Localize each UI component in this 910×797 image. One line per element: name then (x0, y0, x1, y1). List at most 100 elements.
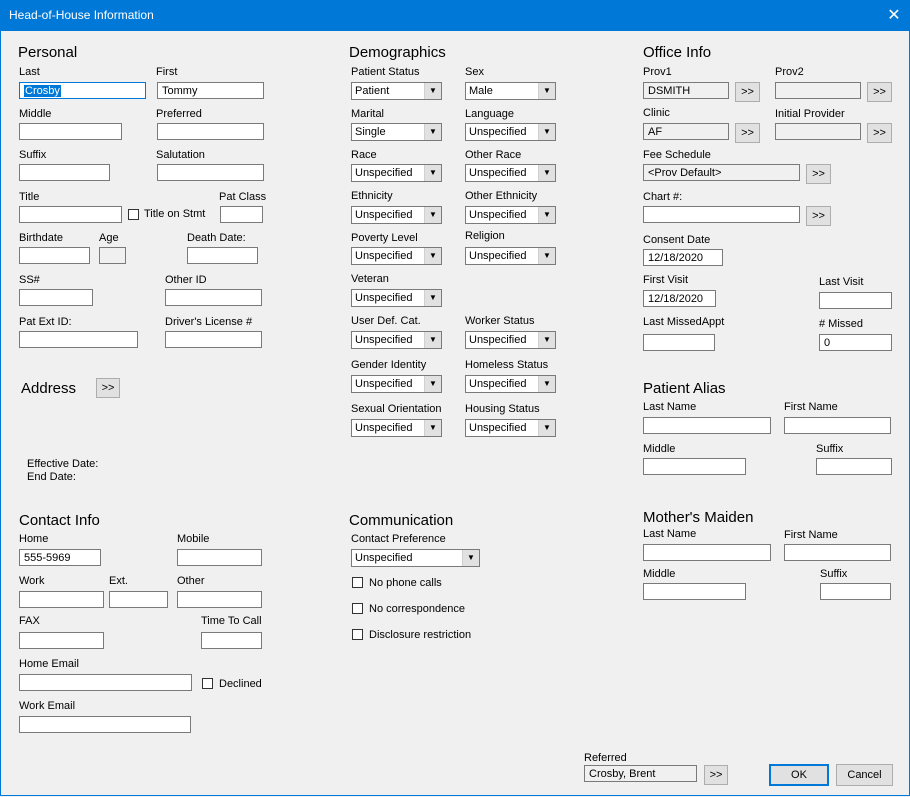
ssn-input[interactable] (19, 289, 93, 306)
birthdate-input[interactable] (19, 247, 90, 264)
no-phone-calls-checkbox[interactable] (352, 577, 363, 588)
chart-number-input[interactable] (643, 206, 800, 223)
close-icon[interactable]: ✕ (878, 0, 910, 31)
suffix-input[interactable] (19, 164, 110, 181)
clinic-select-button[interactable]: >> (735, 123, 760, 143)
fax-input[interactable] (19, 632, 104, 649)
middle-name-input[interactable] (19, 123, 122, 140)
patient-status-select[interactable]: Patient ▼ (351, 82, 442, 100)
alias-first-name-label: First Name (784, 401, 838, 413)
last-visit-input[interactable] (819, 292, 892, 309)
gender-identity-value: Unspecified (355, 378, 413, 390)
prov2-label: Prov2 (775, 66, 804, 78)
language-select[interactable]: Unspecified ▼ (465, 123, 556, 141)
alias-suffix-input[interactable] (816, 458, 892, 475)
pat-ext-id-input[interactable] (19, 331, 138, 348)
contact-preference-value: Unspecified (355, 552, 413, 564)
religion-select[interactable]: Unspecified ▼ (465, 247, 556, 265)
ethnicity-select[interactable]: Unspecified ▼ (351, 206, 442, 224)
other-id-input[interactable] (165, 289, 262, 306)
chevron-down-icon: ▼ (424, 420, 441, 436)
maiden-middle-label: Middle (643, 568, 676, 580)
chevron-down-icon: ▼ (538, 83, 555, 99)
first-visit-input[interactable]: 12/18/2020 (643, 290, 716, 307)
first-visit-label: First Visit (643, 274, 689, 286)
ok-button[interactable]: OK (769, 764, 829, 786)
mothers-maiden-heading: Mother's Maiden (643, 509, 754, 526)
worker-status-select[interactable]: Unspecified ▼ (465, 331, 556, 349)
title-on-stmt-checkbox[interactable] (128, 209, 139, 220)
alias-last-name-input[interactable] (643, 417, 771, 434)
chevron-down-icon: ▼ (424, 83, 441, 99)
missed-count-label: # Missed (819, 318, 864, 330)
preferred-input[interactable] (157, 123, 264, 140)
maiden-middle-input[interactable] (643, 583, 746, 600)
contact-preference-select[interactable]: Unspecified ▼ (351, 549, 480, 567)
last-missed-appt-input[interactable] (643, 334, 715, 351)
race-select[interactable]: Unspecified ▼ (351, 164, 442, 182)
chevron-down-icon: ▼ (424, 248, 441, 264)
first-name-input[interactable]: Tommy (157, 82, 264, 99)
work-email-input[interactable] (19, 716, 191, 733)
poverty-level-select[interactable]: Unspecified ▼ (351, 247, 442, 265)
poverty-level-value: Unspecified (355, 250, 413, 262)
patient-alias-heading: Patient Alias (643, 380, 726, 397)
other-phone-input[interactable] (177, 591, 262, 608)
sexual-orientation-select[interactable]: Unspecified ▼ (351, 419, 442, 437)
cancel-button[interactable]: Cancel (836, 764, 893, 786)
user-def-cat-select[interactable]: Unspecified ▼ (351, 331, 442, 349)
poverty-level-label: Poverty Level (351, 232, 418, 244)
title-on-stmt-label: Title on Stmt (144, 208, 206, 220)
disclosure-restriction-checkbox[interactable] (352, 629, 363, 640)
pat-class-input[interactable] (220, 206, 263, 223)
referred-field: Crosby, Brent (584, 765, 697, 782)
marital-select[interactable]: Single ▼ (351, 123, 442, 141)
other-ethnicity-select[interactable]: Unspecified ▼ (465, 206, 556, 224)
homeless-status-label: Homeless Status (465, 359, 549, 371)
prov1-select-button[interactable]: >> (735, 82, 760, 102)
housing-status-label: Housing Status (465, 403, 540, 415)
middle-label: Middle (19, 108, 52, 120)
referred-select-button[interactable]: >> (704, 765, 728, 785)
sex-value: Male (469, 85, 493, 97)
prov2-select-button[interactable]: >> (867, 82, 892, 102)
missed-count-input[interactable]: 0 (819, 334, 892, 351)
mobile-input[interactable] (177, 549, 262, 566)
veteran-select[interactable]: Unspecified ▼ (351, 289, 442, 307)
alias-middle-input[interactable] (643, 458, 746, 475)
initial-provider-select-button[interactable]: >> (867, 123, 892, 143)
maiden-suffix-input[interactable] (820, 583, 891, 600)
alias-first-name-input[interactable] (784, 417, 891, 434)
home-email-label: Home Email (19, 658, 79, 670)
maiden-first-name-input[interactable] (784, 544, 891, 561)
title-input[interactable] (19, 206, 122, 223)
drivers-license-label: Driver's License # (165, 316, 253, 328)
other-phone-label: Other (177, 575, 205, 587)
homeless-status-select[interactable]: Unspecified ▼ (465, 375, 556, 393)
drivers-license-input[interactable] (165, 331, 262, 348)
chevron-down-icon: ▼ (424, 165, 441, 181)
consent-date-input[interactable]: 12/18/2020 (643, 249, 723, 266)
home-email-input[interactable] (19, 674, 192, 691)
sex-select[interactable]: Male ▼ (465, 82, 556, 100)
fee-schedule-select-button[interactable]: >> (806, 164, 831, 184)
veteran-value: Unspecified (355, 292, 413, 304)
salutation-input[interactable] (157, 164, 264, 181)
home-phone-input[interactable]: 555-5969 (19, 549, 101, 566)
address-edit-button[interactable]: >> (96, 378, 120, 398)
declined-checkbox[interactable] (202, 678, 213, 689)
other-race-select[interactable]: Unspecified ▼ (465, 164, 556, 182)
death-date-input[interactable] (187, 247, 258, 264)
gender-identity-select[interactable]: Unspecified ▼ (351, 375, 442, 393)
maiden-last-name-input[interactable] (643, 544, 771, 561)
no-correspondence-checkbox[interactable] (352, 603, 363, 614)
first-label: First (156, 66, 178, 78)
time-to-call-input[interactable] (201, 632, 262, 649)
sexual-orientation-value: Unspecified (355, 422, 413, 434)
alias-middle-label: Middle (643, 443, 676, 455)
ext-input[interactable] (109, 591, 168, 608)
housing-status-select[interactable]: Unspecified ▼ (465, 419, 556, 437)
chart-number-button[interactable]: >> (806, 206, 831, 226)
last-name-input[interactable]: Crosby (19, 82, 146, 99)
work-phone-input[interactable] (19, 591, 104, 608)
